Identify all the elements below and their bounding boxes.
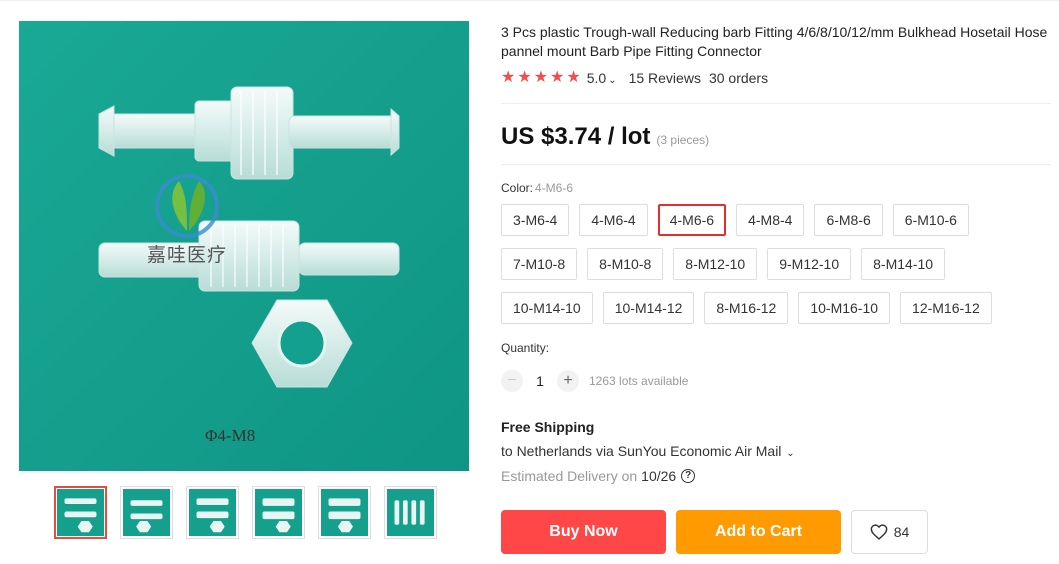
sku-option[interactable]: 12-M16-12 (900, 292, 992, 324)
image-caption: Φ4-M8 (205, 426, 256, 445)
wishlist-button[interactable]: 84 (851, 510, 928, 554)
quantity-stepper: − 1 + 1263 lots available (501, 370, 688, 392)
chevron-down-icon: ⌄ (608, 75, 617, 86)
buy-now-button[interactable]: Buy Now (501, 510, 666, 554)
sku-option[interactable]: 9-M12-10 (767, 248, 852, 280)
orders-count: 30 orders (708, 70, 769, 86)
sku-row-3: 10-M14-10 10-M14-12 8-M16-12 10-M16-10 1… (501, 292, 992, 324)
rating-value-dropdown[interactable]: 5.0 ⌄ (587, 70, 617, 86)
shipping-method-dropdown[interactable]: to Netherlands via SunYou Economic Air M… (501, 443, 795, 459)
sku-option[interactable]: 8-M12-10 (673, 248, 758, 280)
sku-option[interactable]: 10-M16-10 (798, 292, 891, 324)
thumbnail-5[interactable] (318, 486, 371, 539)
color-label: Color: (501, 181, 534, 195)
sku-row-1: 3-M6-4 4-M6-4 4-M6-6 4-M8-4 6-M8-6 6-M10… (501, 204, 969, 236)
thumbnail-3[interactable] (186, 486, 239, 539)
rating-value: 5.0 (586, 70, 607, 86)
quantity-input[interactable]: 1 (523, 373, 557, 389)
image-watermark: 嘉哇医疗 (147, 244, 228, 266)
sku-option[interactable]: 3-M6-4 (501, 204, 570, 236)
top-divider (0, 0, 1059, 1)
rating-stars: ★ ★ ★ ★ ★ (501, 70, 581, 86)
reviews-link[interactable]: 15 Reviews (629, 70, 701, 86)
sku-option[interactable]: 4-M8-4 (736, 204, 805, 236)
sku-option[interactable]: 7-M10-8 (501, 248, 578, 280)
sku-option[interactable]: 10-M14-12 (602, 292, 695, 324)
star-icon: ★ (501, 69, 516, 86)
wishlist-count: 84 (893, 524, 910, 540)
help-icon[interactable]: ? (681, 469, 696, 483)
estimated-delivery-date: 10/26 (641, 468, 677, 484)
thumbnail-6[interactable] (384, 486, 437, 539)
chevron-down-icon: ⌄ (783, 448, 795, 459)
price-block: US $3.74 / lot (3 pieces) (501, 123, 709, 151)
star-icon: ★ (533, 69, 549, 86)
color-selected-value: 4-M6-6 (535, 181, 574, 195)
sku-option[interactable]: 6-M8-6 (814, 204, 883, 236)
estimated-delivery: Estimated Delivery on 10/26 ? (501, 468, 696, 484)
color-property-label: Color: 4-M6-6 (501, 181, 573, 195)
quantity-label: Quantity: (501, 341, 550, 355)
quantity-decrease-button[interactable]: − (501, 370, 523, 392)
sku-option[interactable]: 4-M6-4 (579, 204, 648, 236)
thumbnail-4[interactable] (252, 486, 305, 539)
thumbnail-list (54, 486, 437, 539)
price-pieces: (3 pieces) (656, 133, 710, 147)
shipping-title: Free Shipping (501, 419, 595, 435)
divider (501, 103, 1051, 104)
quantity-increase-button[interactable]: + (557, 370, 579, 392)
sku-option[interactable]: 8-M10-8 (587, 248, 664, 280)
star-icon: ★ (566, 69, 581, 86)
estimated-delivery-label: Estimated Delivery on (501, 468, 638, 484)
product-photo (19, 21, 469, 471)
rating-bar: ★ ★ ★ ★ ★ 5.0 ⌄ 15 Reviews 30 orders (501, 69, 768, 87)
sku-option-selected[interactable]: 4-M6-6 (657, 204, 727, 236)
divider (501, 164, 1051, 165)
sku-option[interactable]: 8-M16-12 (704, 292, 789, 324)
shipping-destination: to Netherlands via SunYou Economic Air M… (501, 443, 782, 459)
thumbnail-2[interactable] (120, 486, 173, 539)
thumbnail-1[interactable] (54, 486, 107, 539)
sku-option[interactable]: 6-M10-6 (892, 204, 969, 236)
sku-option[interactable]: 8-M14-10 (861, 248, 946, 280)
star-icon: ★ (550, 69, 565, 86)
price-value: US $3.74 / lot (501, 123, 651, 150)
sku-row-2: 7-M10-8 8-M10-8 8-M12-10 9-M12-10 8-M14-… (501, 248, 946, 280)
product-title: 3 Pcs plastic Trough-wall Reducing barb … (501, 24, 1048, 59)
quantity-available: 1263 lots available (589, 374, 689, 388)
star-icon: ★ (517, 69, 532, 86)
heart-icon (870, 524, 888, 540)
sku-option[interactable]: 10-M14-10 (501, 292, 593, 324)
add-to-cart-button[interactable]: Add to Cart (676, 510, 841, 554)
main-product-image[interactable]: 嘉哇医疗 Φ4-M8 (19, 21, 469, 471)
